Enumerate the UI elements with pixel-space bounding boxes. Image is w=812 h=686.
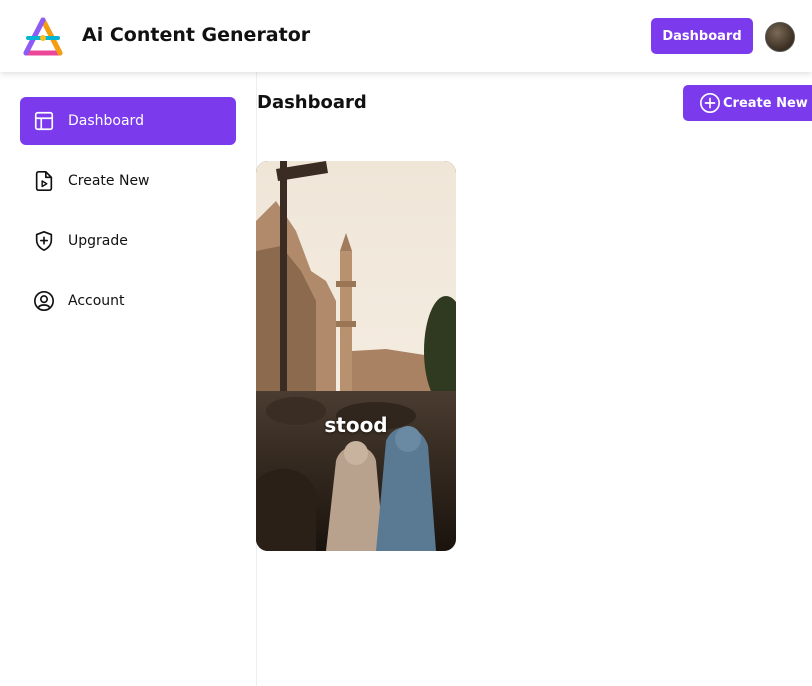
sidebar-item-label: Dashboard bbox=[68, 113, 144, 129]
sidebar-item-upgrade[interactable]: Upgrade bbox=[20, 217, 236, 265]
shield-plus-icon bbox=[35, 231, 53, 251]
layout-icon bbox=[34, 111, 54, 131]
app-header: Ai Content Generator Dashboard bbox=[0, 0, 812, 72]
file-video-icon bbox=[35, 171, 53, 191]
user-circle-icon bbox=[34, 291, 54, 311]
video-card[interactable]: stood bbox=[256, 161, 456, 551]
sidebar: Dashboard Create New Upgrade Account bbox=[0, 72, 257, 686]
sidebar-item-label: Create New bbox=[68, 173, 150, 189]
sidebar-item-account[interactable]: Account bbox=[20, 277, 236, 325]
create-new-button[interactable]: Create New bbox=[683, 85, 812, 121]
sidebar-item-create-new[interactable]: Create New bbox=[20, 157, 236, 205]
create-new-label: Create New bbox=[723, 95, 808, 111]
app-title: Ai Content Generator bbox=[82, 24, 311, 46]
video-caption: stood bbox=[324, 413, 388, 437]
sidebar-item-label: Account bbox=[68, 293, 125, 309]
logo-icon[interactable] bbox=[22, 16, 64, 58]
video-thumbnail bbox=[256, 161, 456, 551]
page-title: Dashboard bbox=[257, 92, 367, 113]
header-dashboard-button[interactable]: Dashboard bbox=[651, 18, 753, 54]
sidebar-item-dashboard[interactable]: Dashboard bbox=[20, 97, 236, 145]
user-avatar[interactable] bbox=[765, 22, 795, 52]
sidebar-item-label: Upgrade bbox=[68, 233, 128, 249]
plus-circle-icon bbox=[700, 93, 720, 113]
